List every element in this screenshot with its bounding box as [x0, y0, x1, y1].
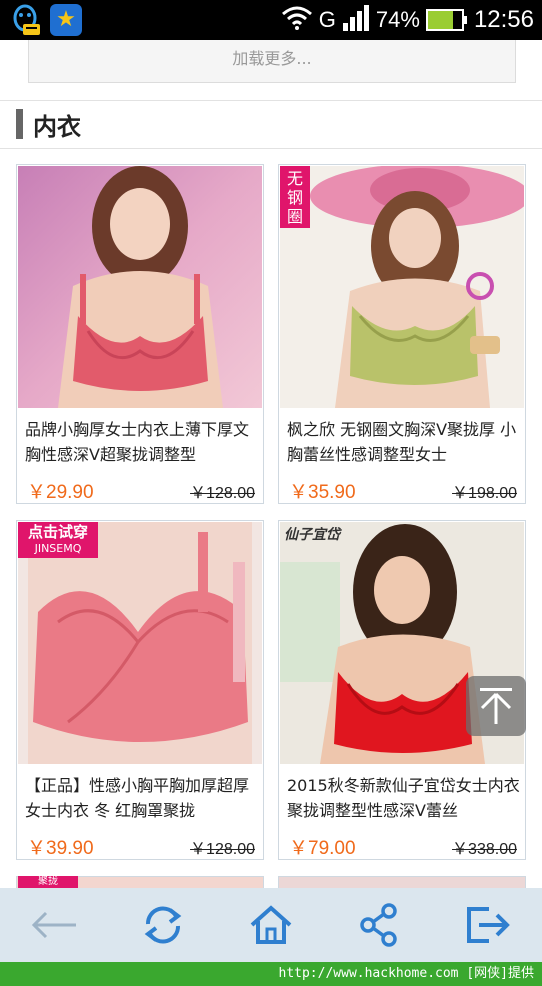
qq-icon: [8, 3, 42, 37]
refresh-icon: [144, 906, 181, 944]
bottom-nav: [0, 888, 542, 962]
back-icon: [32, 911, 77, 939]
badge-text: 点击试穿: [27, 523, 88, 541]
product-title[interactable]: 品牌小胸厚女士内衣上薄下厚文胸性感深V超聚拢调整型: [25, 417, 259, 467]
product-price: ￥79.00: [289, 838, 356, 859]
product-image[interactable]: 无 钢 圈: [280, 166, 524, 408]
status-left: ★: [0, 3, 82, 37]
battery-icon: [425, 9, 467, 31]
star-app-icon: ★: [50, 4, 82, 36]
product-original-price: ￥198.00: [452, 485, 517, 502]
status-bar: ★ G 74% 12:56: [0, 0, 542, 40]
badge-text: 钢: [286, 188, 303, 207]
arrow-up-icon: [480, 688, 512, 724]
product-price: ￥39.90: [27, 838, 94, 859]
wifi-icon: [281, 6, 313, 34]
badge-text: 圈: [286, 207, 303, 226]
product-card-partial[interactable]: [278, 876, 526, 888]
product-price: ￥35.90: [289, 482, 356, 503]
product-original-price: ￥128.00: [190, 485, 255, 502]
signal-icon: [342, 5, 370, 35]
product-image[interactable]: 点击试穿 JINSEMQ: [18, 522, 262, 764]
home-button[interactable]: [241, 895, 301, 955]
product-image[interactable]: [278, 876, 526, 888]
product-price: ￥29.90: [27, 482, 94, 503]
product-badge: 聚拢: [18, 876, 78, 888]
battery-fill: [427, 11, 454, 29]
product-card[interactable]: 无 钢 圈 枫之欣 无钢圈文胸深V聚拢厚 小胸蕾丝性感调整型女士 ￥35.90 …: [278, 164, 526, 504]
load-more-button[interactable]: 加载更多...: [28, 40, 516, 83]
battery-percent: 74%: [375, 7, 420, 32]
product-title[interactable]: 枫之欣 无钢圈文胸深V聚拢厚 小胸蕾丝性感调整型女士: [287, 417, 521, 467]
product-card[interactable]: 品牌小胸厚女士内衣上薄下厚文胸性感深V超聚拢调整型 ￥29.90 ￥128.00: [16, 164, 264, 504]
product-image[interactable]: [18, 166, 262, 408]
clock: 12:56: [473, 6, 534, 33]
back-to-top-button[interactable]: [466, 676, 526, 736]
product-original-price: ￥338.00: [452, 841, 517, 858]
product-badge: 无 钢 圈: [280, 166, 310, 228]
back-button[interactable]: [24, 895, 84, 955]
product-badge: 点击试穿 JINSEMQ: [18, 522, 98, 558]
section-accent-bar: [16, 109, 23, 139]
footer-credit: http://www.hackhome.com [网侠]提供: [0, 962, 542, 986]
share-icon: [360, 903, 398, 947]
product-card[interactable]: 点击试穿 JINSEMQ 【正品】性感小胸平胸加厚超厚女士内衣 冬 红胸罩聚拢 …: [16, 520, 264, 860]
section-header: 内衣: [16, 108, 81, 141]
product-badge: 仙子宜岱: [284, 527, 340, 543]
product-original-price: ￥128.00: [190, 841, 255, 858]
status-right: G 74% 12:56: [281, 5, 542, 35]
product-title[interactable]: 【正品】性感小胸平胸加厚超厚女士内衣 冬 红胸罩聚拢: [25, 773, 259, 823]
section-title: 内衣: [33, 112, 81, 141]
divider: [0, 148, 542, 149]
exit-button[interactable]: [458, 895, 518, 955]
refresh-button[interactable]: [133, 895, 193, 955]
badge-text: 无: [286, 169, 303, 188]
product-title[interactable]: 2015秋冬新款仙子宜岱女士内衣聚拢调整型性感深V蕾丝: [287, 773, 521, 823]
divider: [0, 100, 542, 101]
share-button[interactable]: [349, 895, 409, 955]
home-icon: [250, 905, 292, 944]
product-card-partial[interactable]: 聚拢: [16, 876, 264, 888]
exit-icon: [466, 907, 510, 943]
network-type: G: [318, 7, 336, 32]
badge-text: JINSEMQ: [34, 542, 82, 555]
